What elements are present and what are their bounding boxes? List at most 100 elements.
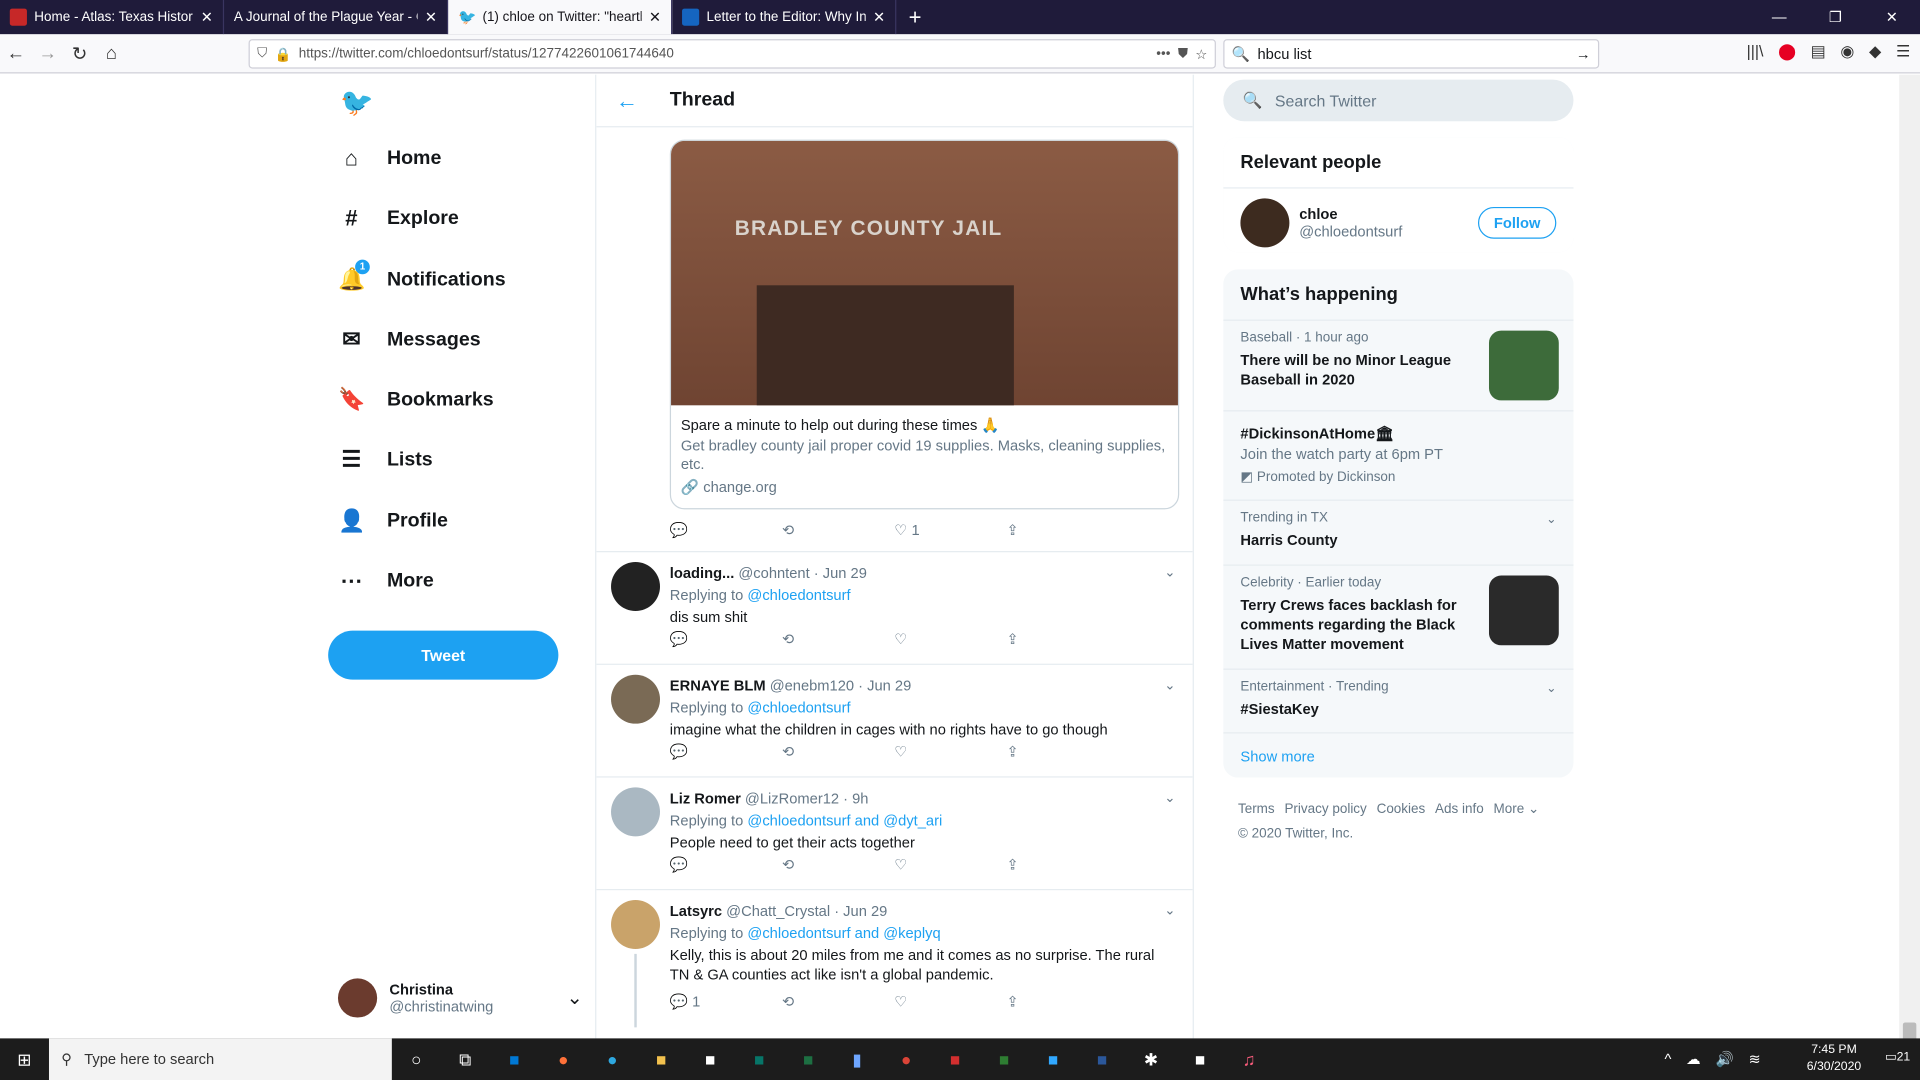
library-icon[interactable]: |||\ xyxy=(1747,42,1764,62)
retweet-icon[interactable]: ⟲ xyxy=(782,743,880,760)
link-card[interactable]: BRADLEY COUNTY JAIL Spare a minute to he… xyxy=(669,139,1180,510)
reply-to-link[interactable]: @chloedontsurf and @dyt_ari xyxy=(747,812,942,829)
like-icon[interactable]: ♡ xyxy=(894,631,992,648)
bookmark-star-icon[interactable]: ☆ xyxy=(1195,46,1207,62)
retweet-icon[interactable]: ⟲ xyxy=(782,993,880,1010)
publisher-icon[interactable]: ■ xyxy=(735,1049,784,1069)
outlook-icon[interactable]: ■ xyxy=(490,1049,539,1069)
volume-icon[interactable]: 🔊 xyxy=(1716,1051,1734,1068)
like-icon[interactable]: ♡ xyxy=(894,856,992,873)
reply-icon[interactable]: 💬 xyxy=(670,856,768,873)
like-icon[interactable]: ♡ xyxy=(894,993,992,1010)
itunes-icon[interactable]: ♫ xyxy=(1225,1049,1274,1069)
show-more-link[interactable]: Show more xyxy=(1223,733,1573,777)
retweet-icon[interactable]: ⟲ xyxy=(782,631,880,648)
edge-icon[interactable]: ● xyxy=(588,1049,637,1069)
promoted-trend[interactable]: #DickinsonAtHome🏛 Join the watch party at… xyxy=(1223,411,1574,501)
notification-center-icon[interactable]: ▭21 xyxy=(1885,1051,1910,1064)
minimize-icon[interactable]: — xyxy=(1751,0,1807,34)
reply-icon[interactable]: 💬 xyxy=(670,743,768,760)
browser-tab[interactable]: A Journal of the Plague Year - Covid✕ xyxy=(224,0,449,35)
reply-to-link[interactable]: @chloedontsurf xyxy=(747,699,850,716)
restore-icon[interactable]: ❐ xyxy=(1807,0,1863,34)
scrollbar[interactable] xyxy=(1899,74,1920,1062)
windows-start-icon[interactable]: ⊞ xyxy=(0,1049,49,1070)
nav-profile[interactable]: 👤 Profile xyxy=(338,508,448,534)
chrome-icon[interactable]: ● xyxy=(882,1049,931,1069)
nav-bookmarks[interactable]: 🔖 Bookmarks xyxy=(338,387,494,413)
cloud-icon[interactable]: ☁ xyxy=(1686,1051,1701,1068)
app-icon[interactable]: ■ xyxy=(931,1049,980,1069)
retweet-icon[interactable]: ⟲ xyxy=(782,522,880,539)
footer-link[interactable]: Privacy policy xyxy=(1284,802,1366,817)
account-switcher[interactable]: Christina @christinatwing ⌄ xyxy=(337,978,583,1018)
firefox-icon[interactable]: ● xyxy=(539,1049,588,1069)
page-actions-icon[interactable]: ••• xyxy=(1156,47,1170,62)
close-tab-icon[interactable]: ✕ xyxy=(425,9,437,26)
go-arrow-icon[interactable]: → xyxy=(1576,45,1591,62)
reply-tweet[interactable]: Latsyrc @Chatt_Crystal · Jun 29 Replying… xyxy=(596,890,1192,1038)
nav-notifications[interactable]: 🔔 1 Notifications xyxy=(338,259,506,293)
follow-button[interactable]: Follow xyxy=(1477,206,1557,239)
close-window-icon[interactable]: ✕ xyxy=(1864,0,1920,34)
new-tab-icon[interactable]: + xyxy=(896,0,933,34)
reply-tweet[interactable]: Liz Romer @LizRomer12 · 9h Replying to @… xyxy=(596,778,1192,891)
nav-home[interactable]: ⌂ Home xyxy=(338,146,442,172)
retweet-icon[interactable]: ⟲ xyxy=(782,856,880,873)
trend-item[interactable]: Trending in TX Harris County ⌄ xyxy=(1223,501,1574,566)
close-tab-icon[interactable]: ✕ xyxy=(649,9,661,26)
reply-icon[interactable]: 💬 xyxy=(670,631,768,648)
footer-link[interactable]: More ⌄ xyxy=(1494,802,1540,817)
browser-tab[interactable]: Home - Atlas: Texas Historical C✕ xyxy=(0,0,225,35)
pinterest-icon[interactable]: ⬤ xyxy=(1778,42,1796,62)
clock[interactable]: 7:45 PM 6/30/2020 xyxy=(1807,1042,1861,1076)
reply-icon[interactable]: 💬 1 xyxy=(670,993,768,1010)
reply-icon[interactable]: 💬 xyxy=(670,522,768,539)
like-icon[interactable]: ♡ xyxy=(894,743,992,760)
file-explorer-icon[interactable]: ■ xyxy=(637,1049,686,1069)
extension-icon[interactable]: ◆ xyxy=(1869,42,1881,62)
trend-item[interactable]: Entertainment · Trending #SiestaKey ⌄ xyxy=(1223,670,1574,734)
app-icon[interactable]: ■ xyxy=(980,1049,1029,1069)
share-icon[interactable]: ⇪ xyxy=(1007,631,1105,648)
like-icon[interactable]: ♡ 1 xyxy=(894,522,992,539)
lock-icon[interactable]: 🔒 xyxy=(275,46,292,62)
chevron-down-icon[interactable]: ⌄ xyxy=(1164,902,1175,919)
chevron-down-icon[interactable]: ⌄ xyxy=(1546,682,1556,695)
share-icon[interactable]: ⇪ xyxy=(1007,993,1105,1010)
chevron-down-icon[interactable]: ⌄ xyxy=(1164,790,1175,806)
url-text[interactable]: https://twitter.com/chloedontsurf/status… xyxy=(299,47,1149,62)
menu-icon[interactable]: ☰ xyxy=(1896,42,1910,62)
photoshop-icon[interactable]: ■ xyxy=(1029,1049,1078,1069)
browser-tab[interactable]: Letter to the Editor: Why Increa✕ xyxy=(672,0,897,35)
footer-link[interactable]: Terms xyxy=(1238,802,1275,817)
chevron-down-icon[interactable]: ⌄ xyxy=(1164,677,1175,693)
nav-explore[interactable]: # Explore xyxy=(338,206,459,232)
chevron-down-icon[interactable]: ⌄ xyxy=(1546,513,1556,526)
share-icon[interactable]: ⇪ xyxy=(1007,522,1105,539)
tweet-button[interactable]: Tweet xyxy=(328,630,559,680)
nav-messages[interactable]: ✉ Messages xyxy=(338,327,480,353)
shield-icon[interactable]: ⛉ xyxy=(257,46,267,62)
relevant-person[interactable]: chloe @chloedontsurf Follow xyxy=(1223,188,1574,253)
chevron-up-icon[interactable]: ^ xyxy=(1665,1051,1672,1068)
store-icon[interactable]: ■ xyxy=(686,1049,735,1069)
share-icon[interactable]: ⇪ xyxy=(1007,856,1105,873)
browser-tab-active[interactable]: 🐦(1) chloe on Twitter: "heartbrea✕ xyxy=(448,0,673,35)
browser-search-input[interactable]: hbcu list xyxy=(1258,45,1569,62)
account-icon[interactable]: ◉ xyxy=(1840,42,1854,62)
reader-icon[interactable]: ▤ xyxy=(1811,42,1826,62)
forward-icon[interactable]: → xyxy=(32,43,64,64)
close-tab-icon[interactable]: ✕ xyxy=(873,9,885,26)
reply-to-link[interactable]: @chloedontsurf xyxy=(747,587,850,604)
browser-search-bar[interactable]: 🔍 hbcu list → xyxy=(1223,39,1600,69)
chevron-down-icon[interactable]: ⌄ xyxy=(1164,564,1175,581)
back-arrow-icon[interactable]: ← xyxy=(616,88,670,114)
nav-more[interactable]: ⋯ More xyxy=(338,568,433,594)
task-view-icon[interactable]: ⧉ xyxy=(441,1049,490,1070)
app-icon[interactable]: ■ xyxy=(1176,1049,1225,1069)
slack-icon[interactable]: ✱ xyxy=(1127,1049,1176,1070)
app-icon[interactable]: ▮ xyxy=(833,1049,882,1070)
close-tab-icon[interactable]: ✕ xyxy=(201,9,213,26)
chevron-down-icon[interactable]: ⌄ xyxy=(566,986,582,1010)
